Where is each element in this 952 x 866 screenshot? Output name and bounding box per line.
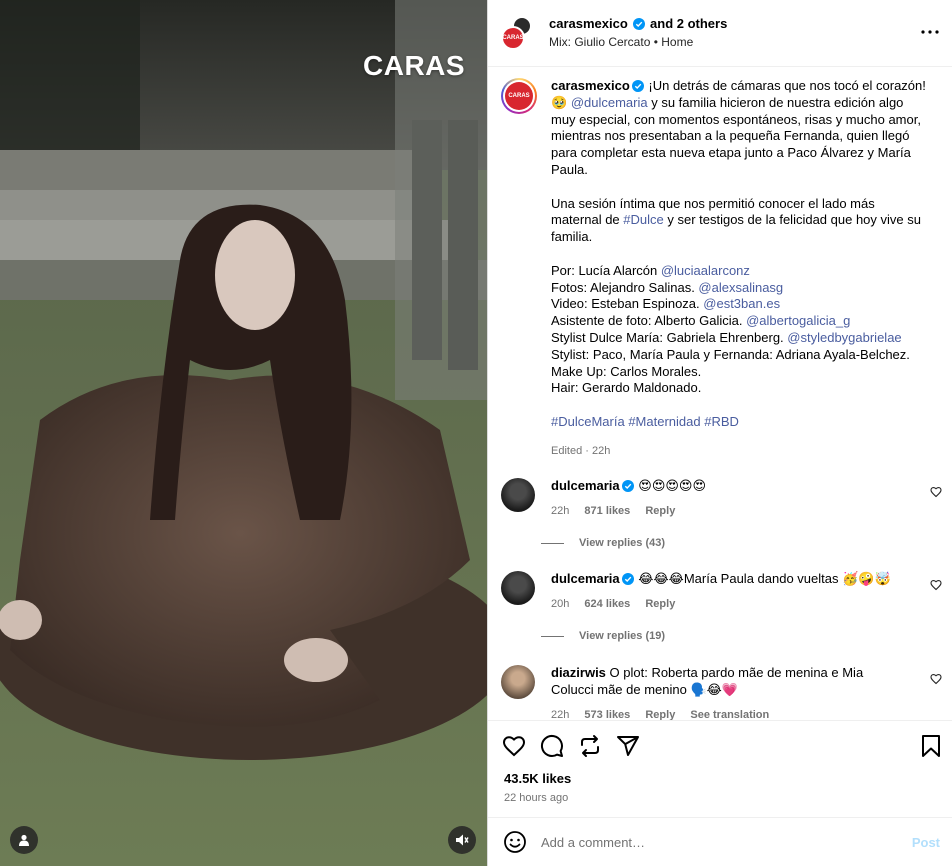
post-action-bar — [488, 720, 952, 774]
reply-button[interactable]: Reply — [645, 598, 675, 610]
see-translation-button[interactable]: See translation — [690, 709, 769, 720]
smiley-icon — [504, 831, 526, 853]
repost-icon — [581, 735, 599, 757]
reply-button[interactable]: Reply — [645, 709, 675, 720]
more-options-button[interactable] — [918, 22, 942, 42]
comment-like-heart-icon[interactable] — [930, 673, 942, 685]
credit-handle-link[interactable]: @styledbygabrielae — [787, 330, 901, 345]
credit-label: Stylist Dulce María: Gabriela Ehrenberg. — [551, 329, 788, 345]
credit-handle-link[interactable]: @luciaalarconz — [661, 263, 750, 278]
collaborators-link[interactable]: and 2 others — [650, 16, 727, 31]
hashtag-link[interactable]: #Dulce — [623, 212, 663, 227]
view-replies-label: View replies (43) — [579, 537, 666, 549]
repost-button[interactable] — [577, 733, 603, 759]
comment-icon — [540, 734, 563, 757]
post-details-panel: CARAS carasmexico and 2 others Mix: Giul… — [487, 0, 952, 866]
credit-label: Hair: Gerardo Maldonado. — [551, 380, 702, 396]
emoji-picker-button[interactable] — [502, 829, 528, 855]
save-button[interactable] — [918, 733, 944, 759]
avatar[interactable] — [501, 478, 535, 512]
instagram-post-view: CARAS CARAS carasmexico and 2 others Mix… — [0, 0, 952, 866]
credit-label: Stylist: Paco, María Paula y Fernanda: A… — [551, 346, 910, 362]
credit-label: Video: Esteban Espinoza. — [551, 296, 704, 312]
hashtag-link[interactable]: #Maternidad — [628, 414, 700, 429]
share-button[interactable] — [615, 733, 641, 759]
comment-button[interactable] — [539, 733, 565, 759]
caption-edited-time: Edited · 22h — [551, 444, 611, 457]
speaker-muted-icon — [456, 834, 469, 846]
credit-handle-link[interactable]: @est3ban.es — [703, 296, 780, 311]
mention-link[interactable]: @dulcemaria — [571, 95, 648, 110]
post-photo — [0, 0, 487, 866]
comment-likes[interactable]: 871 likes — [584, 505, 630, 517]
reply-button[interactable]: Reply — [645, 505, 675, 517]
comment-like-heart-icon[interactable] — [930, 579, 942, 591]
post-media[interactable]: CARAS — [0, 0, 487, 866]
comments-list[interactable]: CARAS carasmexico ¡Un detrás de cámaras … — [488, 68, 952, 720]
post-comment-button[interactable]: Post — [912, 835, 940, 850]
post-caption: CARAS carasmexico ¡Un detrás de cámaras … — [501, 78, 944, 460]
person-icon — [19, 834, 29, 846]
audio-track-link[interactable]: Mix: Giulio Cercato • Home — [549, 33, 727, 51]
collab-avatars[interactable]: CARAS — [501, 16, 535, 50]
verified-badge-icon — [633, 18, 646, 30]
brand-watermark: CARAS — [363, 50, 466, 81]
verified-badge-icon — [621, 480, 634, 492]
more-horizontal-icon — [921, 30, 939, 34]
send-icon — [617, 736, 639, 756]
avatar[interactable] — [501, 571, 535, 605]
story-ring[interactable]: CARAS — [501, 78, 537, 114]
avatar: CARAS — [505, 82, 533, 110]
author-username[interactable]: carasmexico — [549, 16, 628, 31]
comment-text: 😍😍😍😍😍 — [634, 478, 707, 493]
likes-count[interactable]: 43.5K likes — [504, 771, 571, 786]
verified-badge-icon — [631, 80, 644, 92]
comment-item: diazirwis O plot: Roberta pardo mãe de m… — [501, 665, 944, 720]
avatar: CARAS — [501, 26, 525, 50]
credit-label: Por: Lucía Alarcón — [551, 262, 661, 278]
comment-time[interactable]: 22h — [551, 709, 569, 720]
bookmark-icon — [922, 735, 940, 757]
mute-toggle-button[interactable] — [448, 826, 476, 854]
comment-text: 😂😂😂María Paula dando vueltas 🥳🤪🤯 — [634, 571, 891, 586]
comment-input[interactable] — [541, 834, 901, 850]
caption-text: ¡Un detrás de cámaras que nos tocó el co… — [644, 78, 926, 93]
hashtag-link[interactable]: #RBD — [704, 414, 739, 429]
comment-likes[interactable]: 624 likes — [584, 598, 630, 610]
like-button[interactable] — [501, 733, 527, 759]
comment-time[interactable]: 20h — [551, 598, 569, 610]
post-header: CARAS carasmexico and 2 others Mix: Giul… — [488, 0, 952, 67]
comment-username[interactable]: dulcemaria — [551, 478, 620, 493]
avatar[interactable] — [501, 665, 535, 699]
credit-label: Fotos: Alejandro Salinas. — [551, 279, 699, 295]
view-replies-label: View replies (19) — [579, 630, 666, 642]
heart-icon — [502, 736, 526, 757]
post-timestamp[interactable]: 22 hours ago — [504, 792, 568, 804]
caption-emoji: 🥹 — [551, 94, 568, 110]
caption-username[interactable]: carasmexico — [551, 78, 630, 93]
comment-likes[interactable]: 573 likes — [584, 709, 630, 720]
verified-badge-icon — [621, 573, 634, 585]
comment-username[interactable]: diazirwis — [551, 665, 606, 680]
comment-username[interactable]: dulcemaria — [551, 571, 620, 586]
credit-label: Asistente de foto: Alberto Galicia. — [551, 313, 747, 329]
credit-handle-link[interactable]: @albertogalicia_g — [746, 313, 850, 328]
add-comment-bar: Post — [488, 817, 952, 866]
tagged-user-button[interactable] — [10, 826, 38, 854]
view-replies-button[interactable]: View replies (19) — [541, 630, 665, 642]
credit-handle-link[interactable]: @alexsalinasg — [698, 280, 783, 295]
comment-like-heart-icon[interactable] — [930, 486, 942, 498]
hashtag-link[interactable]: #DulceMaría — [551, 414, 625, 429]
credit-label: Make Up: Carlos Morales. — [551, 363, 702, 379]
comment-time[interactable]: 22h — [551, 505, 569, 517]
view-replies-button[interactable]: View replies (43) — [541, 537, 665, 549]
